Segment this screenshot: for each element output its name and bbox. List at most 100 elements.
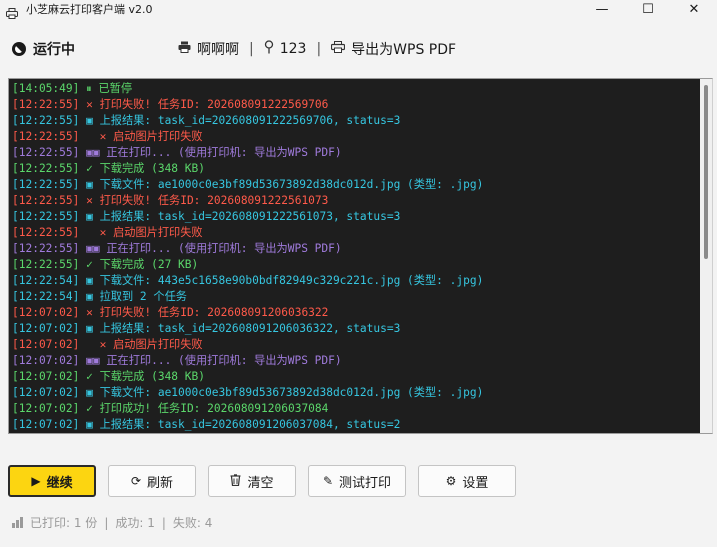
- log-message: 上报结果: task_id=202608091222561073, status…: [99, 210, 401, 223]
- log-message: 下载文件: 443e5c1658e90b0bdf82949c329c221c.j…: [99, 274, 484, 287]
- running-status-label: 运行中: [33, 42, 75, 58]
- log-status-icon: ▣: [86, 274, 93, 287]
- printer-icon: [6, 4, 18, 19]
- separator: |: [249, 41, 254, 57]
- log-line: [12:22:55] ▣ 下载文件: ae1000c0e3bf89d536738…: [12, 177, 694, 193]
- log-console[interactable]: [14:05:49] ⏸ 已暂停 [12:22:55] ✕ 打印失败! 任务ID:…: [8, 78, 713, 434]
- location-pin-icon: [264, 40, 274, 58]
- settings-label: 设置: [462, 475, 489, 491]
- pencil-icon: ✎: [322, 474, 334, 488]
- log-status-icon: ⏸: [86, 82, 92, 95]
- log-timestamp: [12:22:55]: [12, 226, 80, 239]
- printer-name: 啊啊啊: [197, 42, 239, 58]
- log-message: 下载文件: ae1000c0e3bf89d53673892d38dc012d.j…: [99, 386, 484, 399]
- separator: |: [316, 41, 322, 57]
- log-status-icon: ▣: [86, 418, 93, 431]
- play-icon: ▶: [31, 474, 41, 488]
- log-timestamp: [12:07:02]: [12, 322, 80, 335]
- log-status-icon: ▣▣: [86, 242, 100, 255]
- log-status-icon: ✕: [86, 226, 107, 239]
- printer-driver-icon: [331, 41, 346, 57]
- log-message: 已暂停: [98, 82, 133, 95]
- maximize-button[interactable]: ☐: [625, 0, 671, 18]
- log-timestamp: [12:22:55]: [12, 210, 80, 223]
- log-message: 启动图片打印失败: [113, 338, 203, 351]
- log-timestamp: [12:22:55]: [12, 242, 80, 255]
- clear-button[interactable]: 清空: [208, 465, 296, 497]
- log-status-icon: ▣: [86, 290, 93, 303]
- printed-count: 已打印: 1 份: [30, 516, 98, 530]
- log-line: [12:22:55] ▣ 上报结果: task_id=2026080912225…: [12, 209, 694, 225]
- log-timestamp: [12:22:55]: [12, 178, 80, 191]
- log-status-icon: ✕: [86, 194, 93, 207]
- log-line: [12:07:02] ✕ 启动图片打印失败: [12, 337, 694, 353]
- log-timestamp: [12:22:54]: [12, 290, 80, 303]
- log-timestamp: [12:07:02]: [12, 306, 80, 319]
- log-message: 打印失败! 任务ID: 202608091222569706: [99, 98, 329, 111]
- log-line: [12:07:02] ▣▣ 正在打印... (使用打印机: 导出为WPS PDF…: [12, 353, 694, 369]
- log-message: 下载完成 (27 KB): [99, 258, 199, 271]
- log-line: [12:22:55] ▣▣ 正在打印... (使用打印机: 导出为WPS PDF…: [12, 145, 694, 161]
- success-count: 成功: 1: [115, 516, 155, 530]
- log-timestamp: [12:07:02]: [12, 386, 80, 399]
- log-timestamp: [12:22:55]: [12, 194, 80, 207]
- log-timestamp: [12:22:55]: [12, 130, 80, 143]
- log-line: [12:22:55] ✓ 下载完成 (27 KB): [12, 257, 694, 273]
- log-message: 正在打印... (使用打印机: 导出为WPS PDF): [106, 354, 342, 367]
- log-lines: [14:05:49] ⏸ 已暂停 [12:22:55] ✕ 打印失败! 任务ID:…: [12, 81, 694, 433]
- log-message: 下载完成 (348 KB): [99, 370, 205, 383]
- log-timestamp: [12:07:02]: [12, 338, 80, 351]
- log-line: [12:07:02] ▣ 下载文件: ae1000c0e3bf89d536738…: [12, 385, 694, 401]
- log-status-icon: ▣: [86, 386, 93, 399]
- log-message: 下载文件: ae1000c0e3bf89d53673892d38dc012d.j…: [99, 178, 484, 191]
- continue-button[interactable]: ▶ 继续: [8, 465, 96, 497]
- stats-footer: 已打印: 1 份 | 成功: 1 | 失败: 4: [12, 514, 212, 531]
- log-status-icon: ▣: [86, 210, 93, 223]
- log-status-icon: ✕: [86, 130, 107, 143]
- refresh-label: 刷新: [147, 475, 174, 491]
- close-button[interactable]: ✕: [671, 0, 717, 18]
- refresh-button[interactable]: ⟳ 刷新: [108, 465, 196, 497]
- scrollbar-thumb[interactable]: [704, 85, 708, 259]
- refresh-icon: ⟳: [130, 474, 142, 488]
- log-line: [12:07:02] ✓ 打印成功! 任务ID: 202608091206037…: [12, 401, 694, 417]
- title-bar: 小芝麻云打印客户端 v2.0 — ☐ ✕: [0, 0, 717, 19]
- log-message: 上报结果: task_id=202608091206036322, status…: [99, 322, 401, 335]
- running-status-icon: [12, 42, 26, 56]
- bar-chart-icon: [12, 517, 24, 528]
- minimize-button[interactable]: —: [579, 0, 625, 18]
- log-message: 正在打印... (使用打印机: 导出为WPS PDF): [106, 242, 342, 255]
- log-timestamp: [12:07:02]: [12, 354, 80, 367]
- log-timestamp: [12:22:55]: [12, 162, 80, 175]
- log-status-icon: ✓: [86, 162, 93, 175]
- location-value: 123: [279, 41, 307, 57]
- status-row: 运行中 啊啊啊 | 123 | 导出为WPS PDF: [12, 36, 712, 62]
- log-timestamp: [14:05:49]: [12, 82, 80, 95]
- settings-button[interactable]: ⚙ 设置: [418, 465, 516, 497]
- log-timestamp: [12:22:55]: [12, 98, 80, 111]
- log-line: [12:22:55] ✕ 打印失败! 任务ID: 202608091222569…: [12, 97, 694, 113]
- log-status-icon: ▣▣: [86, 354, 100, 367]
- log-line: [12:22:55] ✕ 打印失败! 任务ID: 202608091222561…: [12, 193, 694, 209]
- log-timestamp: [12:22:55]: [12, 114, 80, 127]
- log-timestamp: [12:22:55]: [12, 258, 80, 271]
- log-timestamp: [12:07:02]: [12, 418, 80, 431]
- test-print-button[interactable]: ✎ 测试打印: [308, 465, 406, 497]
- log-status-icon: ✕: [86, 338, 107, 351]
- log-timestamp: [12:22:55]: [12, 146, 80, 159]
- log-timestamp: [12:07:02]: [12, 370, 80, 383]
- log-scrollbar[interactable]: [700, 79, 712, 433]
- test-print-label: 测试打印: [339, 475, 392, 491]
- log-line: [12:22:55] ✕ 启动图片打印失败: [12, 225, 694, 241]
- log-message: 上报结果: task_id=202608091222569706, status…: [99, 114, 401, 127]
- log-line: [12:22:55] ✕ 启动图片打印失败: [12, 129, 694, 145]
- log-message: 上报结果: task_id=202608091206037084, status…: [99, 418, 401, 431]
- log-message: 下载完成 (348 KB): [99, 162, 205, 175]
- trash-icon: [230, 473, 241, 489]
- log-line: [12:07:02] ✓ 下载完成 (348 KB): [12, 369, 694, 385]
- log-line: [12:22:55] ▣ 上报结果: task_id=2026080912225…: [12, 113, 694, 129]
- log-status-icon: ▣: [86, 114, 93, 127]
- log-line: [12:07:02] ▣ 上报结果: task_id=2026080912060…: [12, 321, 694, 337]
- log-status-icon: ✓: [86, 370, 93, 383]
- failed-count: 失败: 4: [172, 516, 213, 530]
